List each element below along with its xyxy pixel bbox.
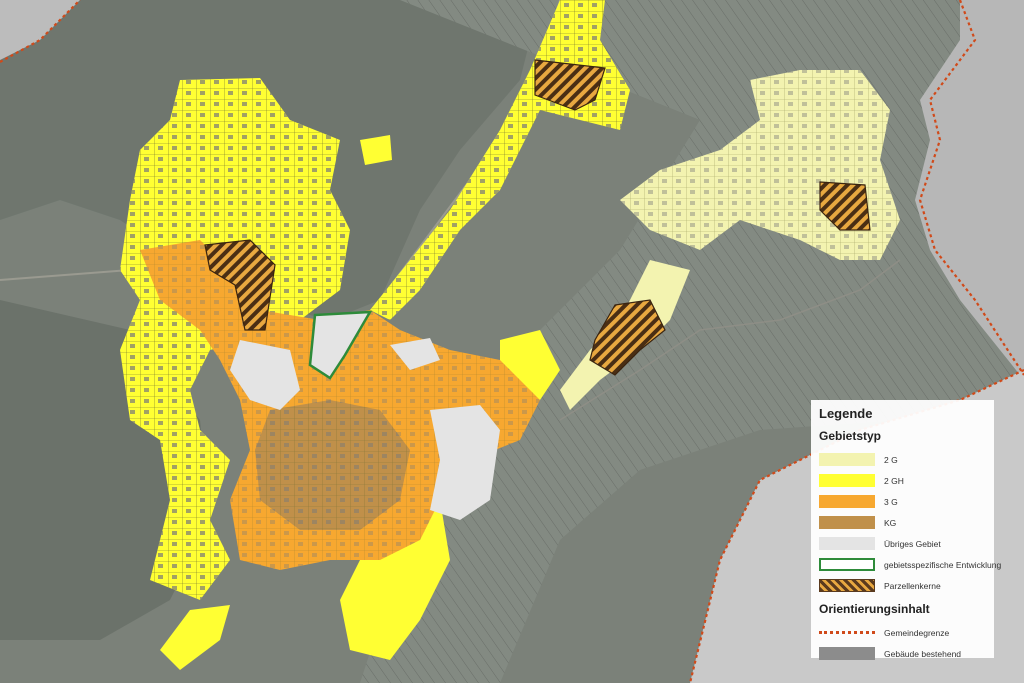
legend-item: 3 G <box>819 491 986 512</box>
legend-swatch <box>819 516 875 529</box>
legend-swatch <box>819 537 875 550</box>
legend-swatch <box>819 453 875 466</box>
legend-swatch <box>819 631 875 634</box>
legend-swatch <box>819 579 875 592</box>
legend-item: Gemeindegrenze <box>819 622 986 643</box>
legend-swatch <box>819 474 875 487</box>
legend-item: 2 G <box>819 449 986 470</box>
legend-label: 2 GH <box>884 475 904 486</box>
legend-item: 2 GH <box>819 470 986 491</box>
legend-item: Gebäude bestehend <box>819 643 986 664</box>
legend-label: 2 G <box>884 454 898 465</box>
legend-swatch <box>819 647 875 660</box>
legend-label: Übriges Gebiet <box>884 538 941 549</box>
legend-label: KG <box>884 517 897 528</box>
zone-2gh-small <box>360 135 392 165</box>
legend-title: Legende <box>819 406 873 421</box>
map-legend: Legende Gebietstyp 2 G 2 GH 3 G KG Übriges G… <box>811 400 1001 660</box>
legend-item: gebietsspezifische Entwicklung <box>819 554 1001 575</box>
legend-label: Gebäude bestehend <box>884 648 962 659</box>
legend-swatch <box>819 558 875 571</box>
legend-item: Übriges Gebiet <box>819 533 986 554</box>
legend-item: Parzellenkerne <box>819 575 986 596</box>
legend-label: 3 G <box>884 496 898 507</box>
legend-label: gebietsspezifische Entwicklung <box>884 559 1002 570</box>
legend-swatch <box>819 495 875 508</box>
legend-label: Parzellenkerne <box>884 580 941 591</box>
legend-item: KG <box>819 512 986 533</box>
legend-section-orientation: Orientierungsinhalt <box>819 602 930 616</box>
legend-label: Gemeindegrenze <box>884 627 950 638</box>
legend-section-zones: Gebietstyp <box>819 429 882 443</box>
